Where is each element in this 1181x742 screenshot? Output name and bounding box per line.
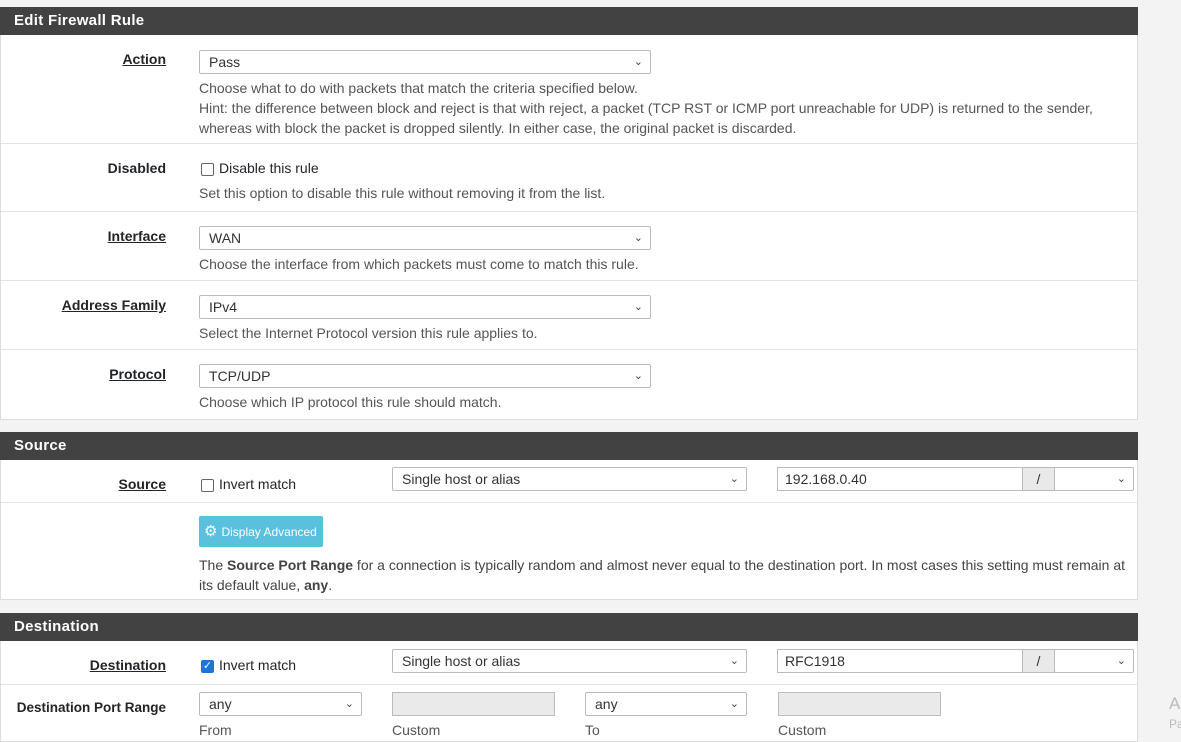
chevron-down-icon: ⌄ (633, 301, 643, 313)
protocol-label: Protocol (109, 366, 166, 382)
action-help-1: Choose what to do with packets that matc… (199, 80, 638, 96)
to-custom-label: Custom (778, 722, 827, 738)
chevron-down-icon: ⌄ (729, 698, 739, 710)
source-help-bold1: Source Port Range (227, 557, 354, 573)
address-family-help: Select the Internet Protocol version thi… (199, 325, 538, 341)
protocol-row: Protocol TCP/UDP ⌄ Choose which IP proto… (1, 350, 1137, 419)
interface-row: Interface WAN ⌄ Choose the interface fro… (1, 212, 1137, 281)
source-help-end: . (328, 577, 333, 593)
destination-type-value: Single host or alias (402, 653, 521, 669)
source-help-mid: for a connection is typically random and… (353, 557, 1125, 573)
chevron-down-icon: ⌄ (1116, 473, 1126, 485)
address-family-label: Address Family (61, 297, 166, 313)
action-row: Action Pass ⌄ Choose what to do with pac… (1, 35, 1137, 144)
chevron-down-icon: ⌄ (1116, 655, 1126, 667)
edit-rule-body: Action Pass ⌄ Choose what to do with pac… (0, 35, 1138, 420)
action-value: Pass (209, 54, 241, 70)
from-port-custom-input[interactable] (392, 692, 555, 716)
edit-rule-title: Edit Firewall Rule (0, 7, 1138, 35)
interface-help: Choose the interface from which packets … (199, 256, 639, 272)
destination-invert-checkbox[interactable]: ✓ (201, 660, 214, 673)
interface-label: Interface (107, 228, 166, 244)
protocol-help: Choose which IP protocol this rule shoul… (199, 394, 502, 410)
interface-value: WAN (209, 230, 242, 246)
source-label: Source (118, 476, 166, 492)
disabled-label: Disabled (107, 160, 166, 176)
disabled-help: Set this option to disable this rule wit… (199, 185, 606, 201)
destination-type-select[interactable]: Single host or alias ⌄ (392, 649, 747, 673)
destination-invert-label[interactable]: Invert match (219, 657, 296, 673)
destination-panel: Destination Destination ✓ Invert match S… (0, 613, 1138, 742)
destination-label: Destination (89, 657, 166, 673)
from-port-select[interactable]: any ⌄ (199, 692, 362, 716)
destination-slash: / (1022, 649, 1055, 673)
action-help-2: Hint: the difference between block and r… (199, 100, 1093, 116)
to-port-select[interactable]: any ⌄ (585, 692, 747, 716)
destination-row: Destination ✓ Invert match Single host o… (1, 641, 1137, 685)
destination-port-range-label: Destination Port Range (16, 700, 166, 715)
gear-icon: ⚙ (204, 523, 218, 540)
source-invert-label[interactable]: Invert match (219, 476, 296, 492)
source-panel: Source Source Invert match Single host o… (0, 432, 1138, 600)
chevron-down-icon: ⌄ (633, 56, 643, 68)
from-custom-label: Custom (392, 722, 441, 738)
source-invert-checkbox[interactable] (201, 479, 214, 492)
destination-address-input[interactable]: RFC1918 (777, 649, 1023, 673)
interface-select[interactable]: WAN ⌄ (199, 226, 651, 250)
source-advanced-row: ⚙ Display Advanced The Source Port Range … (1, 503, 1137, 600)
address-family-value: IPv4 (209, 299, 238, 315)
source-type-value: Single host or alias (402, 471, 521, 487)
source-help-line2: its default value, (199, 577, 305, 593)
action-help: Choose what to do with packets that matc… (199, 78, 1093, 138)
disable-rule-checkbox-label[interactable]: Disable this rule (219, 160, 319, 176)
destination-body: Destination ✓ Invert match Single host o… (0, 641, 1138, 742)
disable-rule-checkbox[interactable] (201, 163, 214, 176)
destination-title: Destination (0, 613, 1138, 641)
to-port-custom-input[interactable] (778, 692, 941, 716)
chevron-down-icon: ⌄ (344, 698, 354, 710)
source-mask-select[interactable]: ⌄ (1054, 467, 1134, 491)
display-advanced-button[interactable]: ⚙ Display Advanced (199, 516, 323, 547)
source-type-select[interactable]: Single host or alias ⌄ (392, 467, 747, 491)
display-advanced-label: Display Advanced (221, 525, 317, 539)
checkmark-icon: ✓ (202, 660, 213, 672)
chevron-down-icon: ⌄ (729, 473, 739, 485)
from-label: From (199, 722, 232, 738)
source-row: Source Invert match Single host or alias… (1, 460, 1137, 503)
chevron-down-icon: ⌄ (633, 370, 643, 382)
action-label: Action (122, 51, 166, 67)
protocol-value: TCP/UDP (209, 368, 271, 384)
edge-text-b: Pa (1169, 717, 1181, 731)
destination-port-row: Destination Port Range any ⌄ any ⌄ From … (1, 685, 1137, 742)
edit-rule-panel: Edit Firewall Rule Action Pass ⌄ Choose … (0, 7, 1138, 420)
source-address-input[interactable]: 192.168.0.40 (777, 467, 1023, 491)
chevron-down-icon: ⌄ (729, 655, 739, 667)
action-help-3: whereas with block the packet is dropped… (199, 120, 797, 136)
destination-mask-select[interactable]: ⌄ (1054, 649, 1134, 673)
action-select[interactable]: Pass ⌄ (199, 50, 651, 74)
source-help-pre: The (199, 557, 228, 573)
address-family-row: Address Family IPv4 ⌄ Select the Interne… (1, 281, 1137, 350)
to-label: To (585, 722, 600, 738)
source-slash: / (1022, 467, 1055, 491)
source-title: Source (0, 432, 1138, 460)
source-body: Source Invert match Single host or alias… (0, 460, 1138, 600)
from-port-value: any (209, 696, 232, 712)
disabled-row: Disabled Disable this rule Set this opti… (1, 144, 1137, 212)
chevron-down-icon: ⌄ (633, 232, 643, 244)
to-port-value: any (595, 696, 618, 712)
protocol-select[interactable]: TCP/UDP ⌄ (199, 364, 651, 388)
source-port-help: The Source Port Range for a connection i… (199, 555, 1125, 595)
source-help-bold2: any (304, 577, 329, 593)
address-family-select[interactable]: IPv4 ⌄ (199, 295, 651, 319)
edge-text-a: A (1169, 694, 1181, 713)
